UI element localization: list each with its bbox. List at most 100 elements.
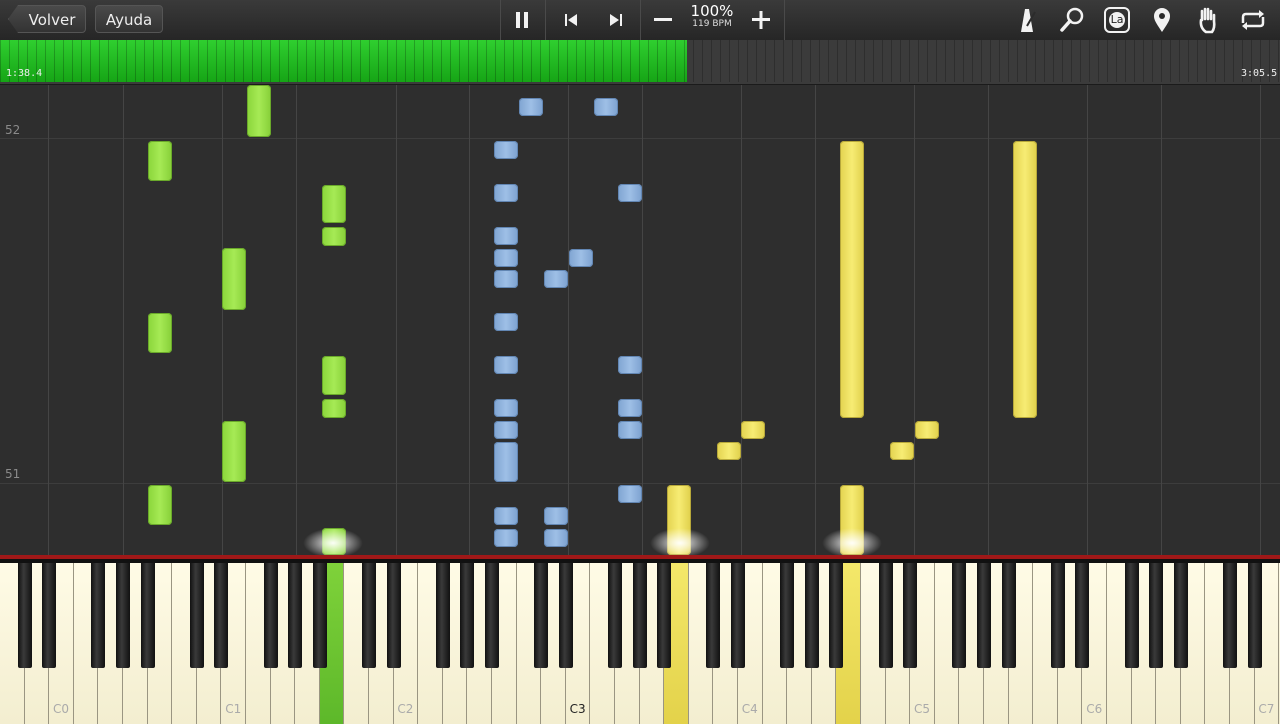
piano-black-key[interactable] — [460, 563, 475, 668]
blue-note — [494, 313, 518, 331]
blue-note — [544, 529, 568, 547]
loop-icon[interactable] — [1237, 6, 1269, 34]
key-label-text: La — [1110, 13, 1124, 26]
blue-note — [494, 421, 518, 439]
roll-grid-line — [1087, 85, 1088, 555]
piano-black-key[interactable] — [362, 563, 376, 668]
piano-black-key[interactable] — [263, 563, 278, 668]
piano-black-key[interactable] — [534, 563, 549, 668]
piano-black-key[interactable] — [608, 563, 622, 668]
pause-icon[interactable] — [506, 6, 538, 34]
piano-black-key[interactable] — [1001, 563, 1016, 668]
note-hit-glow — [650, 528, 710, 558]
piano-black-key[interactable] — [17, 563, 32, 668]
octave-label: C3 — [569, 702, 586, 716]
green-note — [322, 356, 346, 395]
piano-black-key[interactable] — [780, 563, 795, 668]
blue-note — [594, 98, 618, 116]
skip-forward-icon[interactable] — [600, 6, 632, 34]
roll-grid-line — [123, 85, 124, 555]
piano-black-key[interactable] — [706, 563, 721, 668]
skip-back-icon[interactable] — [555, 6, 587, 34]
roll-grid-line — [222, 85, 223, 555]
piano-black-key[interactable] — [878, 563, 893, 668]
octave-label: C6 — [1086, 702, 1103, 716]
piano-black-key[interactable] — [1124, 563, 1139, 668]
top-toolbar: Volver Ayuda 100% 119 BPM La — [0, 0, 1280, 41]
piano-black-key[interactable] — [1173, 563, 1188, 668]
location-pin-icon[interactable] — [1146, 6, 1178, 34]
zoom-percent: 100% — [690, 2, 734, 20]
piano-black-key[interactable] — [558, 563, 573, 668]
blue-note — [494, 227, 518, 245]
measure-number: 51 — [5, 467, 21, 481]
piano-black-key[interactable] — [829, 563, 844, 668]
hand-icon[interactable] — [1192, 6, 1224, 34]
blue-note — [618, 356, 642, 374]
piano-black-key[interactable] — [952, 563, 967, 668]
roll-grid-line — [815, 85, 816, 555]
measure-line — [0, 483, 1280, 484]
roll-grid-line — [469, 85, 470, 555]
octave-label: C7 — [1258, 702, 1275, 716]
measure-number: 52 — [5, 123, 21, 137]
roll-grid-line — [48, 85, 49, 555]
piano-black-key[interactable] — [804, 563, 819, 668]
help-button[interactable]: Ayuda — [95, 5, 163, 33]
current-time: 1:38.4 — [6, 68, 43, 79]
search-icon[interactable] — [1056, 6, 1088, 34]
roll-grid-line — [296, 85, 297, 555]
piano-black-key[interactable] — [1050, 563, 1065, 668]
metronome-icon[interactable] — [1011, 6, 1043, 34]
yellow-note — [741, 421, 765, 439]
toolbar-divider — [784, 0, 785, 40]
green-note — [148, 141, 172, 181]
green-note — [322, 227, 346, 246]
yellow-note — [840, 141, 864, 418]
back-button[interactable]: Volver — [8, 5, 86, 33]
blue-note — [494, 249, 518, 267]
piano-black-key[interactable] — [657, 563, 672, 668]
roll-grid-line — [1161, 85, 1162, 555]
roll-grid-line — [988, 85, 989, 555]
plus-icon[interactable] — [745, 6, 777, 34]
piano-black-key[interactable] — [214, 563, 229, 668]
piano-black-key[interactable] — [903, 563, 918, 668]
blue-note — [494, 184, 518, 202]
piano-black-key[interactable] — [140, 563, 155, 668]
piano-black-key[interactable] — [632, 563, 647, 668]
green-note — [148, 485, 172, 525]
green-note — [148, 313, 172, 353]
piano-black-key[interactable] — [189, 563, 204, 668]
blue-note — [519, 98, 543, 116]
blue-note — [618, 421, 642, 439]
piano-black-key[interactable] — [288, 563, 303, 668]
piano-black-key[interactable] — [1223, 563, 1237, 668]
key-label-icon[interactable]: La — [1101, 6, 1133, 34]
piano-black-key[interactable] — [977, 563, 991, 668]
piano-black-key[interactable] — [42, 563, 57, 668]
piano-black-key[interactable] — [116, 563, 130, 668]
roll-grid-line — [741, 85, 742, 555]
piano-black-key[interactable] — [312, 563, 327, 668]
piano-black-key[interactable] — [91, 563, 106, 668]
piano-black-key[interactable] — [435, 563, 450, 668]
piano-black-key[interactable] — [1075, 563, 1090, 668]
blue-note — [494, 442, 518, 482]
note-hit-glow — [822, 528, 882, 558]
blue-note — [494, 529, 518, 547]
blue-note — [494, 356, 518, 374]
piano-black-key[interactable] — [386, 563, 401, 668]
blue-note — [494, 507, 518, 525]
green-note — [222, 248, 246, 310]
roll-grid-line — [642, 85, 643, 555]
minus-icon[interactable] — [647, 6, 679, 34]
song-progress-bar[interactable] — [0, 40, 1280, 85]
piano-black-key[interactable] — [1149, 563, 1164, 668]
octave-label: C0 — [53, 702, 70, 716]
piano-black-key[interactable] — [1247, 563, 1262, 668]
progress-ticks — [0, 40, 1280, 82]
piano-black-key[interactable] — [731, 563, 745, 668]
green-note — [222, 421, 246, 482]
piano-black-key[interactable] — [485, 563, 499, 668]
